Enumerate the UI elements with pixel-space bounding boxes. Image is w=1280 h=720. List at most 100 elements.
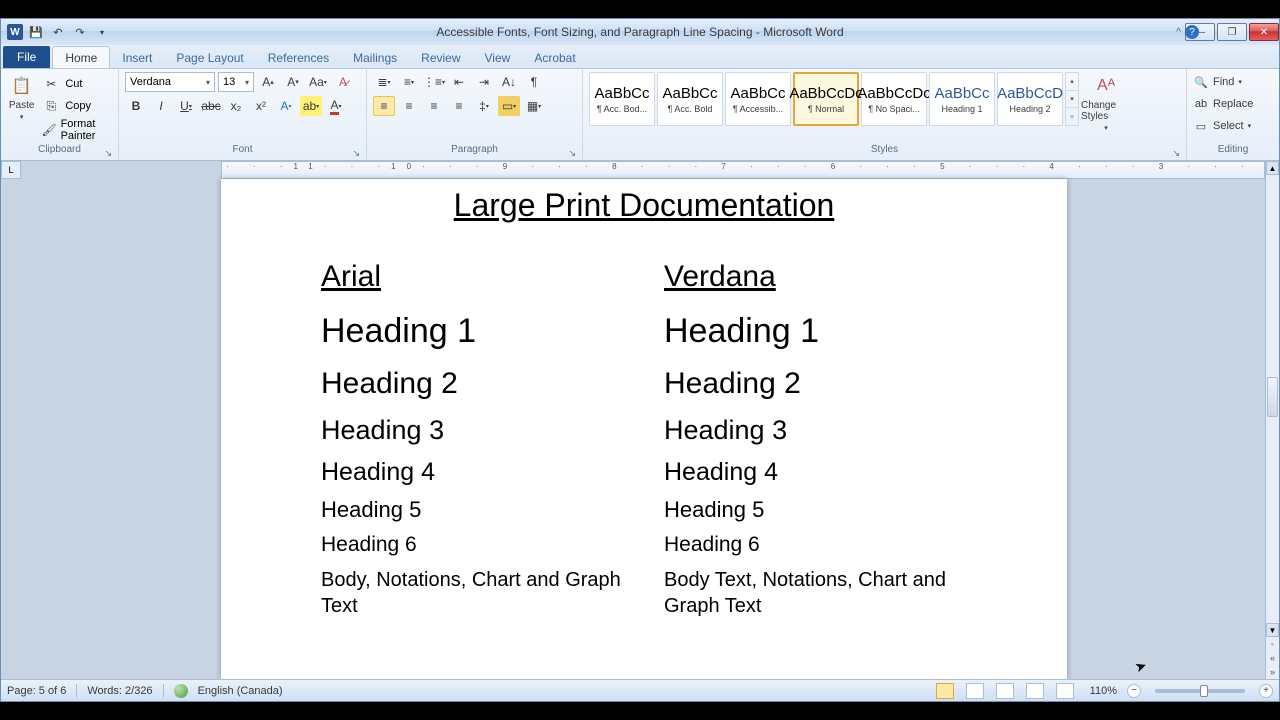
copy-icon: ⎘	[40, 96, 62, 116]
zoom-slider[interactable]	[1155, 689, 1245, 693]
subscript-button[interactable]: x₂	[225, 96, 247, 116]
styles-group-label: Styles	[871, 144, 898, 155]
grow-font-button[interactable]: A▴	[257, 72, 279, 92]
qat-save-icon[interactable]: 💾	[27, 23, 45, 41]
status-language[interactable]: English (Canada)	[198, 685, 283, 697]
doc-title: Large Print Documentation	[321, 187, 967, 224]
underline-button[interactable]: U▾	[175, 96, 197, 116]
zoom-level[interactable]: 110%	[1090, 685, 1117, 697]
scroll-thumb[interactable]	[1267, 377, 1278, 417]
clear-formatting-button[interactable]: A̷	[332, 72, 354, 92]
style-item[interactable]: AaBbCcDc¶ No Spaci...	[861, 72, 927, 126]
bold-button[interactable]: B	[125, 96, 147, 116]
highlight-button[interactable]: ab▾	[300, 96, 322, 116]
tab-review[interactable]: Review	[409, 47, 472, 68]
shrink-font-button[interactable]: A▾	[282, 72, 304, 92]
style-item[interactable]: AaBbCcHeading 1	[929, 72, 995, 126]
format-painter-button[interactable]: 🖌Format Painter	[40, 118, 112, 142]
status-words[interactable]: Words: 2/326	[87, 685, 152, 697]
bullets-button[interactable]: ≣▾	[373, 72, 395, 92]
tab-references[interactable]: References	[256, 47, 341, 68]
increase-indent-button[interactable]: ⇥	[473, 72, 495, 92]
justify-button[interactable]: ≡	[448, 96, 470, 116]
italic-button[interactable]: I	[150, 96, 172, 116]
strikethrough-button[interactable]: abc	[200, 96, 222, 116]
align-right-button[interactable]: ≡	[423, 96, 445, 116]
view-draft-button[interactable]	[1056, 683, 1074, 699]
style-item[interactable]: AaBbCc¶ Acc. Bod...	[589, 72, 655, 126]
browse-object-icon[interactable]: ◦	[1266, 637, 1279, 651]
change-styles-button[interactable]: Aᴬ Change Styles ▾	[1081, 72, 1131, 132]
page[interactable]: Large Print Documentation Arial Heading …	[221, 179, 1067, 679]
left-h5: Heading 5	[321, 497, 624, 523]
view-print-layout-button[interactable]	[936, 683, 954, 699]
zoom-out-button[interactable]: −	[1127, 684, 1141, 698]
style-item[interactable]: AaBbCc¶ Accessib...	[725, 72, 791, 126]
left-h1: Heading 1	[321, 312, 624, 351]
view-outline-button[interactable]	[1026, 683, 1044, 699]
multilevel-list-button[interactable]: ⋮≡▾	[423, 72, 445, 92]
scroll-down-icon[interactable]: ▼	[1266, 623, 1279, 637]
tab-page-layout[interactable]: Page Layout	[164, 47, 255, 68]
change-case-button[interactable]: Aa▾	[307, 72, 329, 92]
scroll-up-icon[interactable]: ▲	[1266, 161, 1279, 175]
align-center-button[interactable]: ≡	[398, 96, 420, 116]
borders-button[interactable]: ▦▾	[523, 96, 545, 116]
right-subheading: Verdana	[664, 260, 967, 294]
right-h2: Heading 2	[664, 367, 967, 401]
paste-button[interactable]: 📋 Paste ▾	[7, 72, 36, 121]
font-launcher-icon[interactable]: ↘	[352, 148, 360, 159]
show-hide-button[interactable]: ¶	[523, 72, 545, 92]
styles-scroll[interactable]: ▴▾▿	[1065, 72, 1079, 126]
prev-page-icon[interactable]: «	[1266, 651, 1279, 665]
paragraph-launcher-icon[interactable]: ↘	[568, 148, 576, 159]
numbering-button[interactable]: ≡▾	[398, 72, 420, 92]
left-subheading: Arial	[321, 260, 624, 294]
language-icon	[174, 684, 188, 698]
superscript-button[interactable]: x²	[250, 96, 272, 116]
style-item[interactable]: AaBbCcDc¶ Normal	[793, 72, 859, 126]
vertical-scrollbar[interactable]: ▲ ▼ ◦ « »	[1265, 161, 1279, 679]
help-icon[interactable]: ?	[1185, 25, 1199, 39]
tab-home[interactable]: Home	[52, 46, 110, 68]
find-button[interactable]: 🔍Find▾	[1193, 72, 1253, 92]
replace-button[interactable]: abReplace	[1193, 94, 1253, 114]
ruler-toggle-icon[interactable]: L	[1, 161, 21, 179]
left-h6: Heading 6	[321, 533, 624, 557]
font-size-select[interactable]: 13▾	[218, 72, 254, 92]
sort-button[interactable]: A↓	[498, 72, 520, 92]
font-color-button[interactable]: A▾	[325, 96, 347, 116]
tab-mailings[interactable]: Mailings	[341, 47, 409, 68]
tab-acrobat[interactable]: Acrobat	[522, 47, 587, 68]
shading-button[interactable]: ▭▾	[498, 96, 520, 116]
status-bar: Page: 5 of 6 Words: 2/326 English (Canad…	[1, 679, 1279, 701]
align-left-button[interactable]: ≡	[373, 96, 395, 116]
styles-launcher-icon[interactable]: ↘	[1172, 148, 1180, 159]
qat-customize-icon[interactable]: ▾	[93, 23, 111, 41]
close-button[interactable]: ✕	[1249, 23, 1279, 41]
style-item[interactable]: AaBbCcDHeading 2	[997, 72, 1063, 126]
tab-file[interactable]: File	[3, 46, 50, 68]
text-effects-button[interactable]: A▾	[275, 96, 297, 116]
left-h3: Heading 3	[321, 415, 624, 446]
next-page-icon[interactable]: »	[1266, 665, 1279, 679]
qat-undo-icon[interactable]: ↶	[49, 23, 67, 41]
ribbon-minimize-icon[interactable]: ^	[1176, 27, 1181, 38]
copy-button[interactable]: ⎘Copy	[40, 96, 112, 116]
qat-redo-icon[interactable]: ↷	[71, 23, 89, 41]
maximize-button[interactable]: ❐	[1217, 23, 1247, 41]
cut-button[interactable]: ✂Cut	[40, 74, 112, 94]
view-web-layout-button[interactable]	[996, 683, 1014, 699]
clipboard-launcher-icon[interactable]: ↘	[104, 148, 112, 159]
zoom-in-button[interactable]: +	[1259, 684, 1273, 698]
style-item[interactable]: AaBbCc¶ Acc. Bold	[657, 72, 723, 126]
decrease-indent-button[interactable]: ⇤	[448, 72, 470, 92]
view-full-screen-button[interactable]	[966, 683, 984, 699]
tab-insert[interactable]: Insert	[110, 47, 164, 68]
tab-view[interactable]: View	[473, 47, 523, 68]
line-spacing-button[interactable]: ‡▾	[473, 96, 495, 116]
select-button[interactable]: ▭Select▾	[1193, 116, 1253, 136]
font-name-select[interactable]: Verdana▾	[125, 72, 215, 92]
horizontal-ruler[interactable]: · · ·11· · ·10· · · 9 · · · 8 · · · 7 · …	[221, 161, 1265, 179]
status-page[interactable]: Page: 5 of 6	[7, 685, 66, 697]
